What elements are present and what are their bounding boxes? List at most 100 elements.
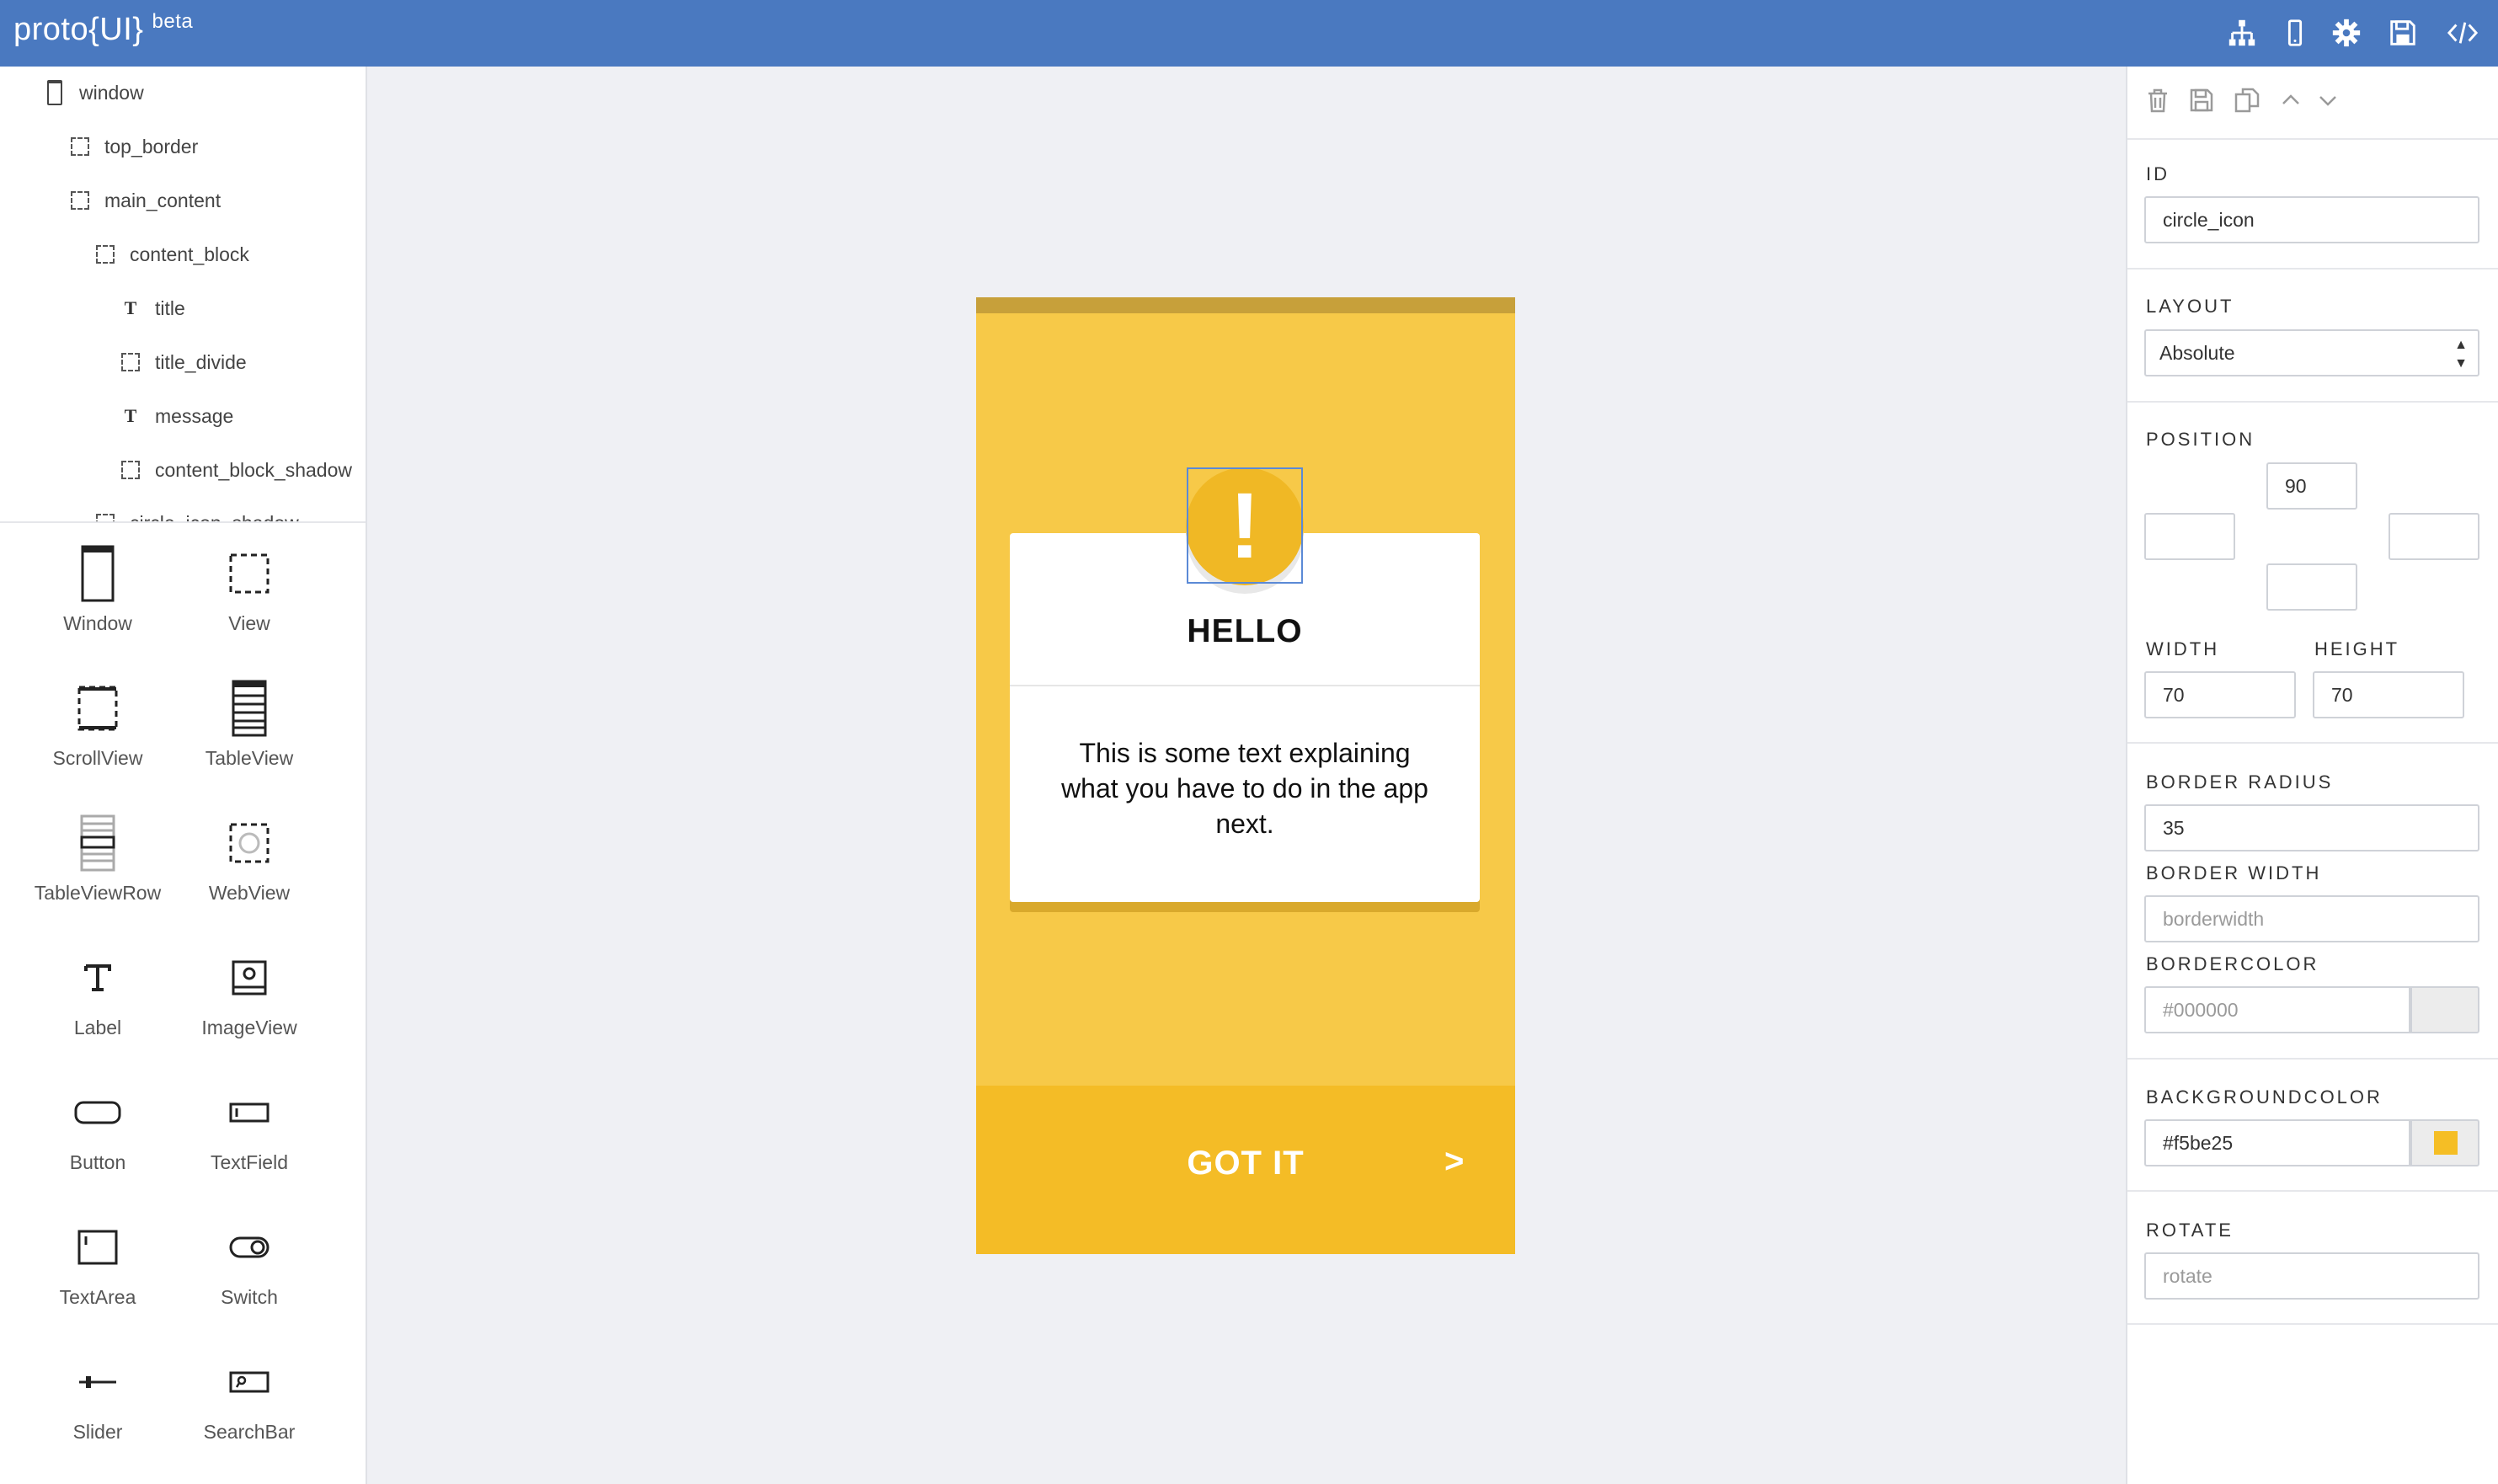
code-icon[interactable] xyxy=(2446,16,2479,50)
border-width-input[interactable]: borderwidth xyxy=(2144,895,2479,942)
divider xyxy=(2127,742,2498,744)
palette-label: TextArea xyxy=(59,1286,136,1308)
tree-item-label: content_block xyxy=(130,243,249,265)
top-border[interactable] xyxy=(976,297,1515,313)
color-preview xyxy=(2434,1131,2458,1155)
position-right-input[interactable] xyxy=(2389,513,2479,560)
height-label: HEIGHT xyxy=(2314,638,2400,659)
palette-slider[interactable]: Slider xyxy=(22,1348,173,1466)
width-input[interactable]: 70 xyxy=(2144,671,2296,718)
left-panel: window top_border main_content content_b… xyxy=(0,67,367,1484)
tree-item-label: window xyxy=(79,81,144,104)
phone-preview-window[interactable]: HELLO This is some text explaining what … xyxy=(976,297,1515,1254)
palette-imageview[interactable]: ImageView xyxy=(173,944,325,1062)
height-input[interactable]: 70 xyxy=(2313,671,2464,718)
position-label: POSITION xyxy=(2146,429,2255,450)
palette-tableview[interactable]: TableView xyxy=(173,675,325,793)
tree-item-circle-icon-shadow[interactable]: circle_icon_shadow xyxy=(94,506,299,523)
rotate-input[interactable]: rotate xyxy=(2144,1252,2479,1300)
tree-item-label: main_content xyxy=(104,189,222,211)
tree-item-title-divide[interactable]: title_divide xyxy=(120,345,247,379)
border-width-label: BORDER WIDTH xyxy=(2146,862,2322,883)
palette-switch[interactable]: Switch xyxy=(173,1214,325,1332)
id-label: ID xyxy=(2146,163,2170,184)
tree-item-main-content[interactable]: main_content xyxy=(69,184,221,217)
palette-button[interactable]: Button xyxy=(22,1079,173,1197)
bordercolor-swatch[interactable] xyxy=(2410,986,2479,1033)
bordercolor-input[interactable]: #000000 xyxy=(2144,986,2410,1033)
backgroundcolor-input[interactable]: #f5be25 xyxy=(2144,1119,2410,1166)
divider xyxy=(2127,1190,2498,1192)
view-icon xyxy=(94,243,116,265)
preview-title[interactable]: HELLO xyxy=(1010,613,1480,650)
palette-label: Slider xyxy=(72,1421,123,1443)
palette-webview[interactable]: WebView xyxy=(173,809,325,927)
properties-toolbar xyxy=(2127,67,2498,140)
divider xyxy=(2127,268,2498,270)
copy-icon[interactable] xyxy=(2232,85,2262,115)
border-radius-label: BORDER RADIUS xyxy=(2146,771,2334,793)
position-left-input[interactable] xyxy=(2144,513,2235,560)
palette-window[interactable]: Window xyxy=(22,540,173,658)
trash-icon[interactable] xyxy=(2143,85,2173,115)
position-top-input[interactable]: 90 xyxy=(2266,462,2357,510)
backgroundcolor-label: BACKGROUNDCOLOR xyxy=(2146,1086,2383,1108)
palette-label: TableViewRow xyxy=(34,882,162,904)
switch-icon xyxy=(173,1214,325,1281)
mobile-icon[interactable] xyxy=(2278,16,2312,50)
save-icon[interactable] xyxy=(2186,85,2217,115)
palette-textfield[interactable]: TextField xyxy=(173,1079,325,1197)
tree-item-content-block[interactable]: content_block xyxy=(94,238,249,271)
label-icon: T xyxy=(124,297,137,318)
sitemap-icon[interactable] xyxy=(2225,16,2259,50)
tree-item-title[interactable]: T title xyxy=(120,291,185,325)
palette-label: Window xyxy=(63,612,132,634)
palette-tableviewrow[interactable]: TableViewRow xyxy=(22,809,173,927)
title-divide[interactable] xyxy=(1010,685,1480,686)
tree-item-message[interactable]: T message xyxy=(120,399,234,433)
divider xyxy=(2127,1058,2498,1060)
layout-label: LAYOUT xyxy=(2146,296,2234,317)
bordercolor-label: BORDERCOLOR xyxy=(2146,953,2319,974)
border-radius-input[interactable]: 35 xyxy=(2144,804,2479,851)
tree-item-label: circle_icon_shadow xyxy=(130,511,299,523)
backgroundcolor-swatch[interactable] xyxy=(2410,1119,2479,1166)
chevron-down-icon[interactable] xyxy=(2313,85,2343,115)
gear-icon[interactable] xyxy=(2330,16,2363,50)
position-bottom-input[interactable] xyxy=(2266,563,2357,611)
palette-textarea[interactable]: TextArea xyxy=(22,1214,173,1332)
palette-label-component[interactable]: Label xyxy=(22,944,173,1062)
palette-label: Label xyxy=(73,1017,122,1038)
chevron-up-icon[interactable] xyxy=(2276,85,2306,115)
view-icon xyxy=(69,136,91,157)
label-icon xyxy=(22,944,173,1012)
palette-label: Switch xyxy=(221,1286,278,1308)
slider-icon xyxy=(22,1348,173,1416)
element-tree: window top_border main_content content_b… xyxy=(0,67,366,523)
textfield-icon xyxy=(173,1079,325,1146)
id-input[interactable]: circle_icon xyxy=(2144,196,2479,243)
arrow-right-icon: > xyxy=(1444,1143,1465,1180)
scrollview-icon xyxy=(22,675,173,742)
got-it-button[interactable]: GOT IT > xyxy=(976,1086,1515,1254)
divider xyxy=(2127,1323,2498,1325)
palette-label: ImageView xyxy=(201,1017,297,1038)
tree-item-label: message xyxy=(155,404,234,427)
tree-item-label: top_border xyxy=(104,135,199,157)
tree-item-content-block-shadow[interactable]: content_block_shadow xyxy=(120,453,352,487)
tableview-icon xyxy=(173,675,325,742)
preview-message[interactable]: This is some text explaining what you ha… xyxy=(1060,735,1429,841)
top-bar: proto{UI} beta xyxy=(0,0,2498,67)
layout-select[interactable]: Absolute ▲ ▼ xyxy=(2144,329,2479,376)
palette-searchbar[interactable]: SearchBar xyxy=(173,1348,325,1466)
tree-item-top-border[interactable]: top_border xyxy=(69,130,198,163)
tree-item-label: content_block_shadow xyxy=(155,458,352,481)
layout-select-value: Absolute xyxy=(2159,342,2235,364)
beta-badge: beta xyxy=(152,10,194,33)
view-icon xyxy=(69,190,91,211)
palette-view[interactable]: View xyxy=(173,540,325,658)
save-icon[interactable] xyxy=(2386,16,2420,50)
tree-item-window[interactable]: window xyxy=(44,76,144,109)
palette-label: Button xyxy=(69,1151,126,1173)
palette-scrollview[interactable]: ScrollView xyxy=(22,675,173,793)
